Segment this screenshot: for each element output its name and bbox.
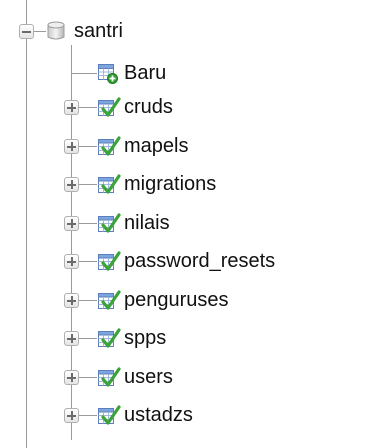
table-name[interactable]: penguruses — [124, 289, 229, 311]
table-icon — [98, 328, 121, 348]
table-name[interactable]: nilais — [124, 212, 170, 234]
new-table-icon — [98, 64, 118, 84]
tree-node-table[interactable]: penguruses — [0, 286, 385, 314]
table-name[interactable]: mapels — [124, 135, 188, 157]
expand-toggle[interactable] — [64, 331, 79, 346]
collapse-toggle[interactable] — [19, 24, 34, 39]
tree-node-table[interactable]: users — [0, 363, 385, 391]
tree-node-table[interactable]: mapels — [0, 132, 385, 160]
expand-toggle[interactable] — [64, 254, 79, 269]
database-name[interactable]: santri — [74, 20, 123, 42]
table-name[interactable]: password_resets — [124, 250, 275, 272]
expand-toggle[interactable] — [64, 139, 79, 154]
table-icon — [98, 97, 121, 117]
tree-node-table[interactable]: spps — [0, 324, 385, 352]
tree-node-table[interactable]: cruds — [0, 93, 385, 121]
table-icon — [98, 251, 121, 271]
expand-toggle[interactable] — [64, 408, 79, 423]
table-name[interactable]: cruds — [124, 96, 173, 118]
table-name[interactable]: migrations — [124, 173, 216, 195]
tree-node-table[interactable]: ustadzs — [0, 401, 385, 429]
table-icon — [98, 290, 121, 310]
table-name[interactable]: users — [124, 366, 173, 388]
new-item-label[interactable]: Baru — [124, 62, 166, 84]
expand-toggle[interactable] — [64, 370, 79, 385]
table-name[interactable]: spps — [124, 327, 166, 349]
database-tree: santri Baru cruds mapels migrations nilais p… — [0, 0, 385, 448]
expand-toggle[interactable] — [64, 177, 79, 192]
table-name[interactable]: ustadzs — [124, 404, 193, 426]
tree-node-table[interactable]: password_resets — [0, 247, 385, 275]
table-icon — [98, 367, 121, 387]
table-icon — [98, 213, 121, 233]
table-icon — [98, 405, 121, 425]
tree-node-new[interactable]: Baru — [0, 59, 385, 87]
tree-node-database[interactable]: santri — [0, 17, 385, 45]
database-icon — [47, 21, 65, 40]
expand-toggle[interactable] — [64, 216, 79, 231]
expand-toggle[interactable] — [64, 100, 79, 115]
tree-node-table[interactable]: nilais — [0, 209, 385, 237]
table-icon — [98, 174, 121, 194]
tree-node-table[interactable]: migrations — [0, 170, 385, 198]
table-icon — [98, 136, 121, 156]
expand-toggle[interactable] — [64, 293, 79, 308]
